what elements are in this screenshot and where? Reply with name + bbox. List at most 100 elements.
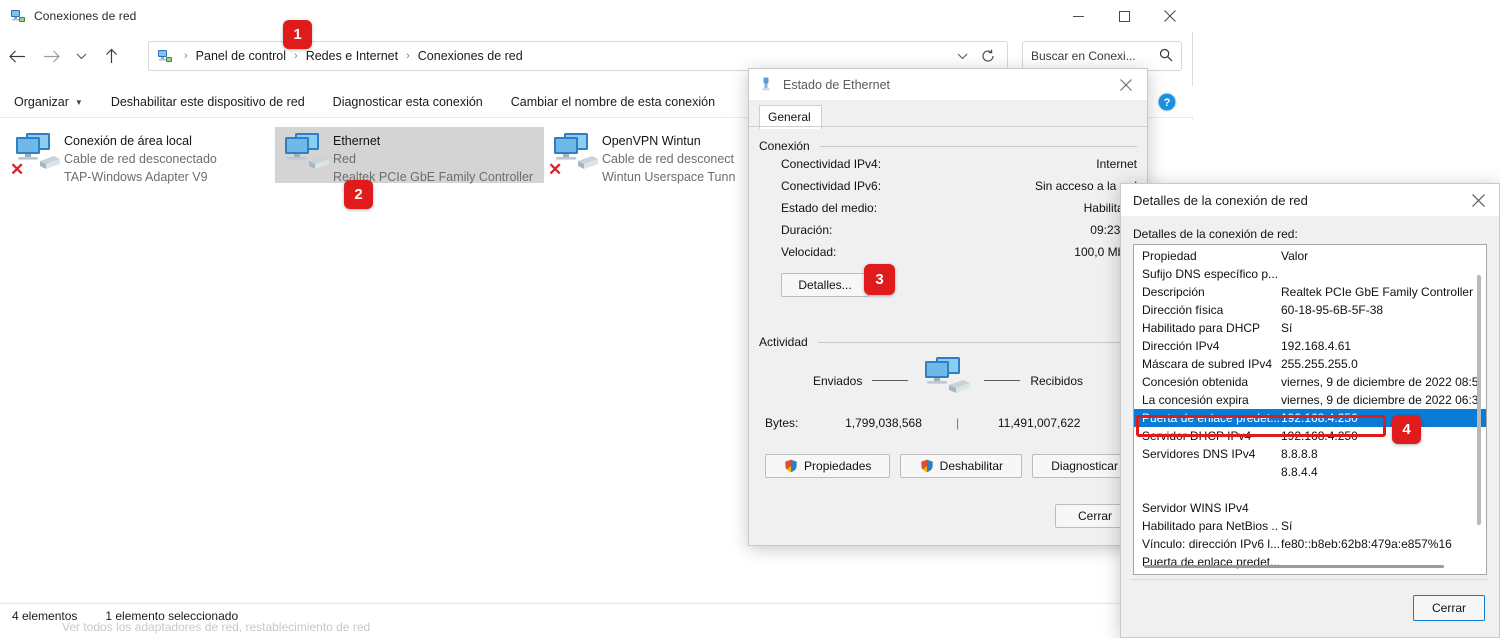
table-row[interactable]: Servidores DNS IPv48.8.8.8 bbox=[1134, 445, 1486, 463]
activity-group-header: Actividad bbox=[759, 335, 1137, 349]
table-row[interactable]: Sufijo DNS específico p... bbox=[1134, 265, 1486, 283]
table-row[interactable]: Servidor WINS IPv4 bbox=[1134, 499, 1486, 517]
row-ipv6-connectivity: Conectividad IPv6: Sin acceso a la red bbox=[759, 175, 1137, 197]
network-adapter-icon bbox=[279, 130, 333, 178]
table-row[interactable]: La concesión expiraviernes, 9 de diciemb… bbox=[1134, 391, 1486, 409]
column-header-property: Propiedad bbox=[1134, 249, 1279, 263]
close-button[interactable] bbox=[1147, 0, 1193, 32]
row-value: 60-18-95-6B-5F-38 bbox=[1279, 303, 1383, 317]
forward-button[interactable] bbox=[34, 40, 68, 72]
row-speed: Velocidad: 100,0 Mbps bbox=[759, 241, 1137, 263]
status-dialog-body: Conexión Conectividad IPv4: Internet Con… bbox=[759, 131, 1137, 535]
activity-group-label: Actividad bbox=[759, 335, 818, 349]
row-value: Sí bbox=[1279, 519, 1292, 533]
table-row[interactable]: Dirección física60-18-95-6B-5F-38 bbox=[1134, 301, 1486, 319]
minimize-button[interactable] bbox=[1055, 0, 1101, 32]
disable-button[interactable]: Deshabilitar bbox=[900, 454, 1022, 478]
ethernet-status-dialog: Estado de Ethernet General Conexión Cone… bbox=[748, 68, 1148, 546]
breadcrumb-item-network-connections[interactable]: Conexiones de red bbox=[415, 49, 526, 63]
title-bar: Conexiones de red bbox=[0, 0, 1193, 32]
row-duration: Duración: 09:23:31 bbox=[759, 219, 1137, 241]
row-key: Conectividad IPv6: bbox=[781, 175, 881, 197]
row-value: viernes, 9 de diciembre de 2022 06:3 bbox=[1279, 393, 1478, 407]
breadcrumb-separator-1: › bbox=[289, 50, 303, 62]
row-key: Estado del medio: bbox=[781, 197, 877, 219]
table-row[interactable]: DescripciónRealtek PCIe GbE Family Contr… bbox=[1134, 283, 1486, 301]
details-table[interactable]: Propiedad Valor Sufijo DNS específico p.… bbox=[1133, 244, 1487, 575]
table-row[interactable]: Habilitado para NetBios ...Sí bbox=[1134, 517, 1486, 535]
table-row[interactable] bbox=[1134, 481, 1486, 499]
recent-locations-dropdown[interactable] bbox=[68, 40, 94, 72]
network-connection-details-dialog: Detalles de la conexión de red Detalles … bbox=[1120, 183, 1500, 638]
organize-menu[interactable]: Organizar▼ bbox=[0, 95, 97, 109]
table-row[interactable]: Habilitado para DHCPSí bbox=[1134, 319, 1486, 337]
network-adapter-icon: ✕ bbox=[10, 130, 64, 178]
up-button[interactable] bbox=[94, 40, 128, 72]
table-row[interactable]: Vínculo: dirección IPv6 l...fe80::b8eb:6… bbox=[1134, 535, 1486, 553]
scrollbar-thumb[interactable] bbox=[1144, 565, 1444, 568]
breadcrumb-separator-2: › bbox=[401, 50, 415, 62]
network-adapter-icon: ✕ bbox=[548, 130, 602, 178]
row-value: 8.8.8.8 bbox=[1279, 447, 1318, 461]
disable-device-button[interactable]: Deshabilitar este dispositivo de red bbox=[97, 95, 319, 109]
bytes-label: Bytes: bbox=[759, 416, 811, 430]
adapter-name: Conexión de área local bbox=[64, 134, 192, 148]
row-value: viernes, 9 de diciembre de 2022 08:5 bbox=[1279, 375, 1478, 389]
adapter-tile-ethernet[interactable]: Ethernet Red Realtek PCIe GbE Family Con… bbox=[275, 127, 544, 183]
details-close-button[interactable]: Cerrar bbox=[1413, 595, 1485, 621]
bytes-received-value: 11,491,007,622 bbox=[959, 416, 1119, 430]
details-vertical-scrollbar[interactable] bbox=[1474, 267, 1484, 558]
row-value: 255.255.255.0 bbox=[1279, 357, 1358, 371]
disconnected-icon: ✕ bbox=[548, 161, 562, 178]
row-value: Internet bbox=[1096, 153, 1137, 175]
table-row[interactable]: 8.8.4.4 bbox=[1134, 463, 1486, 481]
back-button[interactable] bbox=[0, 40, 34, 72]
breadcrumb-item-control-panel[interactable]: Panel de control bbox=[193, 49, 289, 63]
row-property: Servidores DNS IPv4 bbox=[1134, 447, 1279, 461]
table-row[interactable]: Concesión obtenidaviernes, 9 de diciembr… bbox=[1134, 373, 1486, 391]
chevron-down-icon[interactable] bbox=[949, 43, 975, 69]
link-line-left bbox=[872, 380, 908, 381]
connection-group-label: Conexión bbox=[759, 139, 820, 153]
connection-group-header: Conexión bbox=[759, 139, 1137, 153]
row-property: Concesión obtenida bbox=[1134, 375, 1279, 389]
row-property: Servidor WINS IPv4 bbox=[1134, 501, 1279, 515]
adapter-name: Ethernet bbox=[333, 134, 380, 148]
refresh-icon[interactable] bbox=[975, 43, 1001, 69]
table-row[interactable]: Máscara de subred IPv4255.255.255.0 bbox=[1134, 355, 1486, 373]
details-dialog-title-bar: Detalles de la conexión de red bbox=[1121, 184, 1499, 217]
background-hint-text: Ver todos los adaptadores de red, restab… bbox=[0, 620, 1193, 638]
disconnected-icon: ✕ bbox=[10, 161, 24, 178]
shield-icon bbox=[784, 459, 798, 473]
breadcrumb-item-network-internet[interactable]: Redes e Internet bbox=[303, 49, 401, 63]
step-badge-1: 1 bbox=[283, 20, 312, 49]
activity-group: Actividad Enviados bbox=[759, 335, 1137, 528]
help-icon[interactable]: ? bbox=[1155, 90, 1179, 114]
rename-connection-button[interactable]: Cambiar el nombre de esta conexión bbox=[497, 95, 729, 109]
window-title: Conexiones de red bbox=[34, 9, 136, 23]
status-dialog-close-icon[interactable] bbox=[1105, 69, 1147, 101]
diagnose-connection-button[interactable]: Diagnosticar esta conexión bbox=[319, 95, 497, 109]
address-bar[interactable]: › Panel de control › Redes e Internet › … bbox=[148, 41, 1008, 71]
maximize-button[interactable] bbox=[1101, 0, 1147, 32]
status-close-row: Cerrar bbox=[759, 504, 1137, 528]
row-property: Descripción bbox=[1134, 285, 1279, 299]
bytes-row: Bytes: 1,799,038,568 | 11,491,007,622 bbox=[759, 416, 1137, 430]
step-badge-4: 4 bbox=[1392, 415, 1421, 444]
details-horizontal-scrollbar[interactable] bbox=[1144, 562, 1472, 570]
details-dialog-close-icon[interactable] bbox=[1457, 184, 1499, 217]
row-ipv4-connectivity: Conectividad IPv4: Internet bbox=[759, 153, 1137, 175]
adapter-status: Red bbox=[333, 152, 356, 166]
row-key: Velocidad: bbox=[781, 241, 836, 263]
status-action-buttons: Propiedades Deshabilitar Diagnosticar bbox=[759, 454, 1137, 478]
details-button[interactable]: Detalles... bbox=[781, 273, 869, 297]
details-dialog-footer: Cerrar bbox=[1121, 579, 1499, 637]
table-row[interactable]: Dirección IPv4192.168.4.61 bbox=[1134, 337, 1486, 355]
search-icon[interactable] bbox=[1159, 48, 1173, 65]
search-input[interactable]: Buscar en Conexi... bbox=[1022, 41, 1182, 71]
row-property: Máscara de subred IPv4 bbox=[1134, 357, 1279, 371]
properties-button[interactable]: Propiedades bbox=[765, 454, 890, 478]
network-activity-icon bbox=[918, 355, 974, 406]
scrollbar-thumb[interactable] bbox=[1477, 275, 1481, 525]
adapter-tile-conexion-de-area-local[interactable]: ✕ Conexión de área local Cable de red de… bbox=[6, 127, 275, 183]
